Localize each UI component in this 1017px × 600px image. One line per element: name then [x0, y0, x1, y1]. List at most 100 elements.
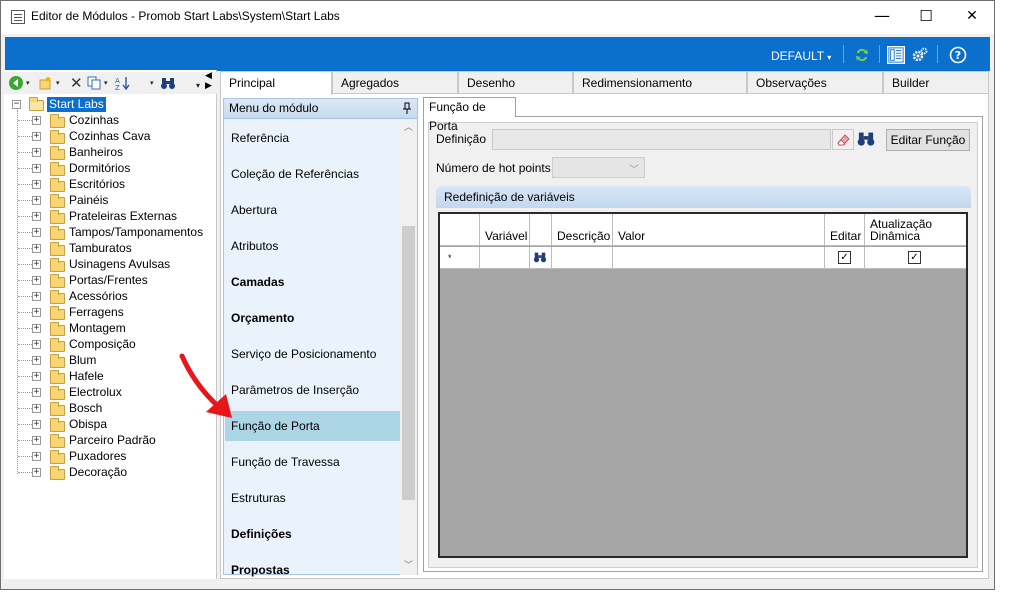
- chevron-down-icon: ﹀: [629, 165, 639, 176]
- overflow-chevron-icon[interactable]: ▾: [196, 78, 200, 94]
- tree-guide-line: [18, 360, 32, 361]
- col-descricao[interactable]: Descrição: [552, 214, 613, 245]
- tab-principal[interactable]: Principal: [220, 71, 332, 95]
- expand-icon[interactable]: +: [32, 260, 41, 269]
- menu-item[interactable]: Propostas: [225, 555, 400, 585]
- tree-item-label: Prateleiras Externas: [69, 209, 178, 223]
- expand-icon[interactable]: +: [32, 404, 41, 413]
- dropdown-arrow-icon[interactable]: ▾: [150, 75, 154, 91]
- maximize-button[interactable]: ☐: [903, 1, 949, 33]
- dropdown-arrow-icon[interactable]: ▾: [26, 75, 30, 91]
- expand-icon[interactable]: +: [32, 212, 41, 221]
- scroll-thumb[interactable]: [402, 226, 415, 500]
- main-tabs: Principal Agregados Desenho Redimensiona…: [220, 71, 989, 95]
- collapse-right-icon[interactable]: ▶: [205, 80, 217, 90]
- collapse-left-icon[interactable]: ◀: [205, 70, 217, 80]
- tree-root-label: Start Labs: [47, 97, 106, 112]
- expand-icon[interactable]: +: [32, 324, 41, 333]
- expand-icon[interactable]: +: [32, 196, 41, 205]
- collapse-splitter[interactable]: ◀ ▶: [205, 70, 217, 90]
- expand-icon[interactable]: +: [32, 244, 41, 253]
- expand-icon[interactable]: +: [32, 452, 41, 461]
- profile-dropdown[interactable]: DEFAULT ▾: [771, 49, 831, 63]
- scroll-up-icon[interactable]: ︿: [403, 123, 414, 134]
- tab-desenho[interactable]: Desenho: [458, 71, 573, 94]
- expand-icon[interactable]: +: [32, 372, 41, 381]
- expand-icon[interactable]: +: [32, 468, 41, 477]
- expand-icon[interactable]: +: [32, 308, 41, 317]
- menu-item[interactable]: Função de Travessa: [225, 447, 400, 477]
- table-row[interactable]: * ✓ ✓: [440, 247, 966, 269]
- hot-points-select[interactable]: ﹀: [552, 157, 645, 178]
- expand-icon[interactable]: +: [32, 116, 41, 125]
- cell-editar[interactable]: ✓: [825, 247, 865, 268]
- dropdown-arrow-icon[interactable]: ▾: [56, 75, 60, 91]
- menu-item[interactable]: Orçamento: [225, 303, 400, 333]
- cell-descricao[interactable]: [552, 247, 613, 268]
- tab-agregados[interactable]: Agregados: [332, 71, 458, 94]
- tab-redimensionamento[interactable]: Redimensionamento: [573, 71, 747, 94]
- menu-item[interactable]: Parâmetros de Inserção: [225, 375, 400, 405]
- menu-item[interactable]: Referência: [225, 123, 400, 153]
- close-button[interactable]: ✕: [949, 1, 994, 33]
- binoculars-icon[interactable]: [533, 250, 547, 264]
- col-valor[interactable]: Valor: [613, 214, 825, 245]
- edit-function-button[interactable]: Editar Função: [886, 129, 970, 151]
- menu-item[interactable]: Camadas: [225, 267, 400, 297]
- cell-search[interactable]: [530, 247, 552, 268]
- menu-item[interactable]: Serviço de Posicionamento: [225, 339, 400, 369]
- definition-field[interactable]: [492, 129, 831, 150]
- col-atualizacao[interactable]: Atualização Dinâmica: [865, 214, 966, 245]
- delete-icon[interactable]: ✕: [70, 75, 83, 91]
- scroll-down-icon[interactable]: ﹀: [403, 561, 414, 572]
- minimize-button[interactable]: —: [859, 1, 905, 33]
- expand-icon[interactable]: +: [32, 388, 41, 397]
- clear-definition-button[interactable]: [832, 129, 854, 150]
- search-definition-button[interactable]: [856, 129, 878, 150]
- menu-item[interactable]: Abertura: [225, 195, 400, 225]
- help-icon[interactable]: ?: [949, 46, 967, 64]
- tab-funcao-de-porta[interactable]: Função de Porta: [423, 97, 516, 133]
- expand-icon[interactable]: +: [32, 356, 41, 365]
- tree-item-label: Blum: [69, 353, 97, 367]
- tab-observacoes[interactable]: Observações: [747, 71, 883, 94]
- expand-icon[interactable]: +: [32, 164, 41, 173]
- expand-icon[interactable]: +: [32, 340, 41, 349]
- sort-icon[interactable]: A Z: [114, 75, 132, 91]
- col-search[interactable]: [530, 214, 552, 245]
- atualizacao-checkbox[interactable]: ✓: [908, 251, 921, 264]
- col-editar[interactable]: Editar: [825, 214, 865, 245]
- menu-scrollbar[interactable]: ︿ ﹀: [400, 120, 417, 575]
- copy-icon[interactable]: [86, 75, 102, 91]
- go-back-icon[interactable]: [8, 75, 24, 91]
- new-item-icon[interactable]: [38, 75, 54, 91]
- cell-atualizacao[interactable]: ✓: [865, 247, 966, 268]
- pin-icon[interactable]: [403, 102, 411, 114]
- cell-variavel[interactable]: [480, 247, 530, 268]
- dropdown-arrow-icon[interactable]: ▾: [104, 75, 108, 91]
- variables-grid[interactable]: Variável Descrição Valor Editar Atualiza…: [438, 212, 968, 558]
- panel-icon[interactable]: [887, 46, 905, 64]
- expand-icon[interactable]: +: [32, 132, 41, 141]
- binoculars-icon[interactable]: [160, 75, 176, 91]
- tab-builder[interactable]: Builder: [883, 71, 989, 94]
- tree-guide-line: [18, 216, 32, 217]
- refresh-icon[interactable]: [853, 46, 871, 64]
- expand-icon[interactable]: +: [32, 276, 41, 285]
- expand-icon[interactable]: +: [32, 228, 41, 237]
- expand-icon[interactable]: +: [32, 180, 41, 189]
- expand-icon[interactable]: +: [32, 148, 41, 157]
- expand-icon[interactable]: +: [32, 420, 41, 429]
- menu-item[interactable]: Coleção de Referências: [225, 159, 400, 189]
- menu-item[interactable]: Atributos: [225, 231, 400, 261]
- menu-item[interactable]: Estruturas: [225, 483, 400, 513]
- editar-checkbox[interactable]: ✓: [838, 251, 851, 264]
- col-variavel[interactable]: Variável: [480, 214, 530, 245]
- menu-item[interactable]: Definições: [225, 519, 400, 549]
- menu-item[interactable]: Função de Porta: [225, 411, 400, 441]
- cell-valor[interactable]: [613, 247, 825, 268]
- expand-icon[interactable]: +: [32, 292, 41, 301]
- collapse-icon[interactable]: −: [12, 100, 21, 109]
- expand-icon[interactable]: +: [32, 436, 41, 445]
- settings-icon[interactable]: [911, 46, 929, 64]
